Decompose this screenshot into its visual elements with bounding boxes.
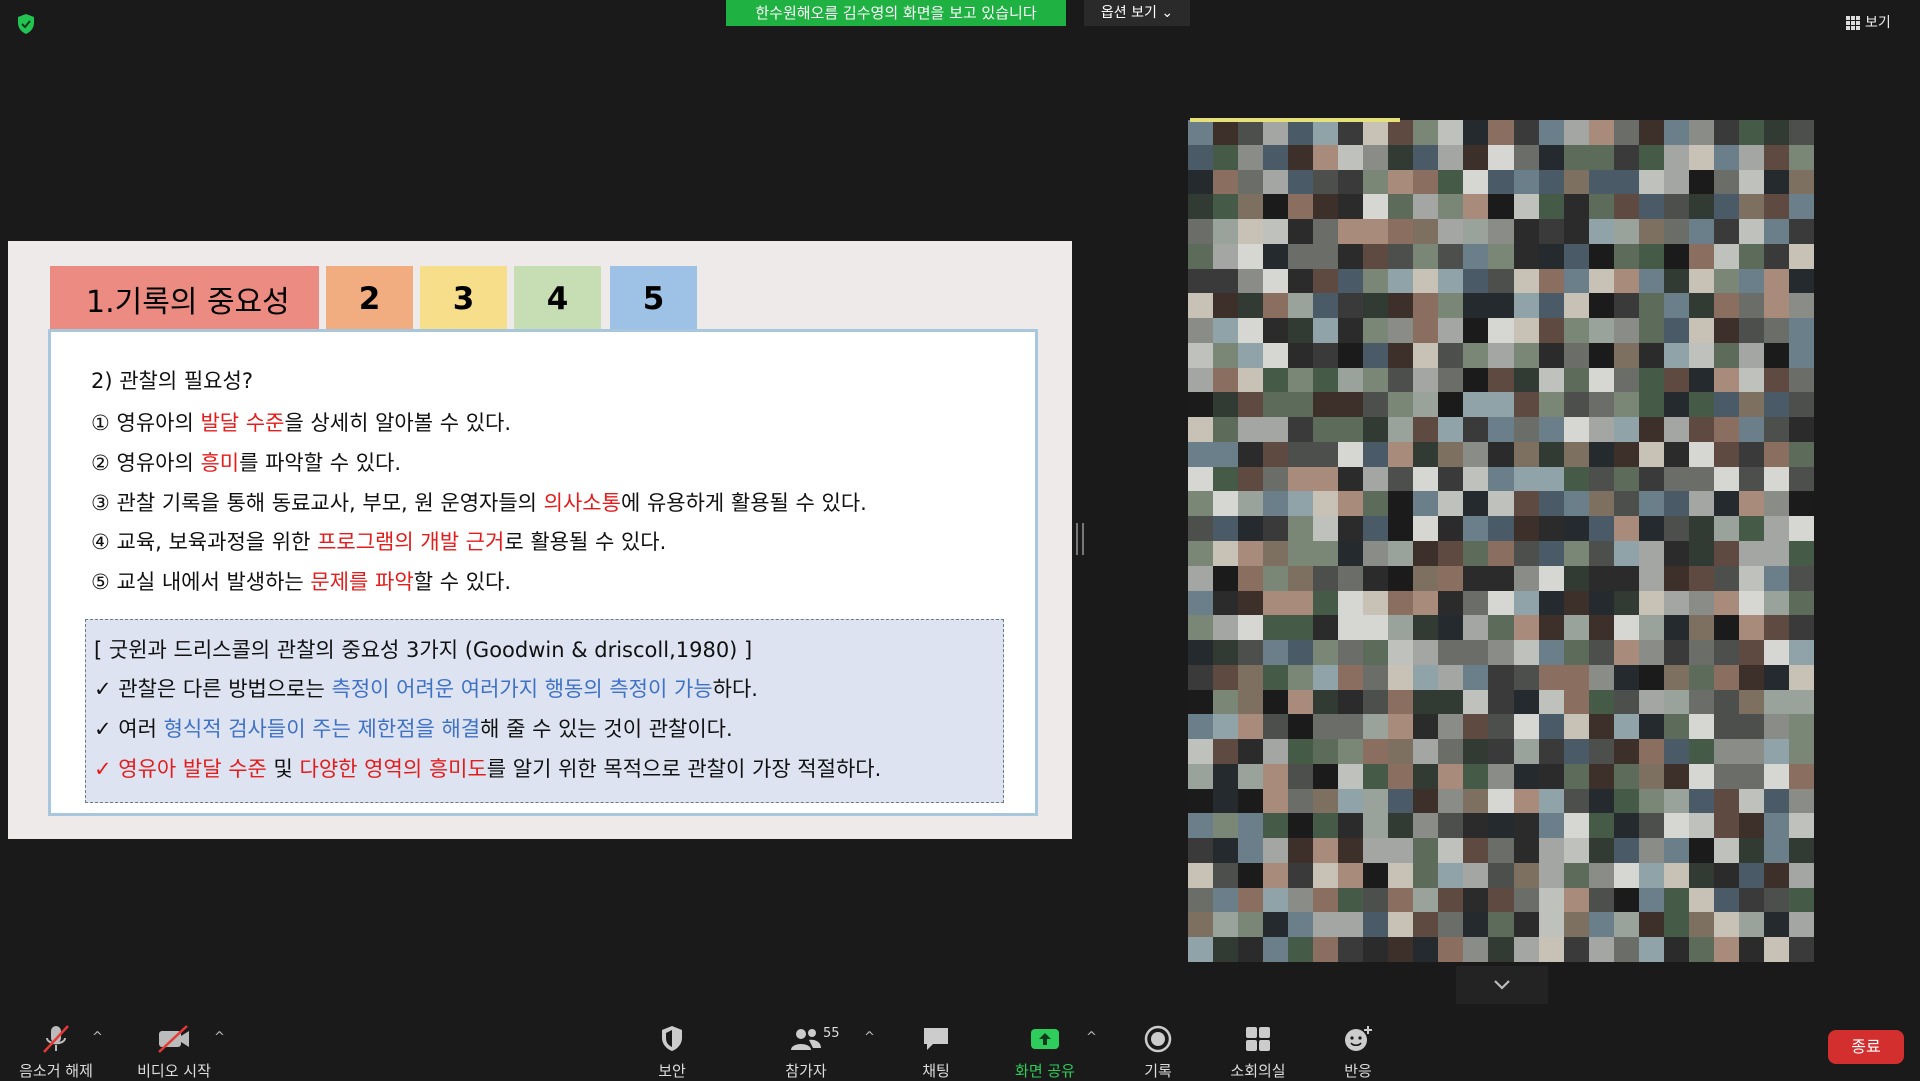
callout-line: ✓ 영유아 발달 수준 및 다양한 영역의 흥미도를 알기 위한 목적으로 관찰… — [94, 757, 882, 781]
slide-content-panel: 2) 관찰의 필요성? ① 영유아의 발달 수준을 상세히 알아볼 수 있다. … — [48, 329, 1038, 816]
chat-label: 채팅 — [922, 1062, 950, 1080]
security-button[interactable]: 보안 — [648, 1022, 696, 1081]
share-screen-icon — [1028, 1022, 1062, 1056]
shield-icon — [658, 1022, 686, 1056]
callout-title: [ 굿윈과 드리스콜의 관찰의 중요성 3가지 (Goodwin & drisc… — [94, 638, 753, 662]
audio-options-caret[interactable]: ^ — [92, 1030, 103, 1045]
slide-item: ③ 관찰 기록을 통해 동료교사, 부모, 원 운영자들의 의사소통에 유용하게… — [91, 491, 867, 515]
view-layout-label: 보기 — [1865, 15, 1891, 31]
chat-bubble-icon — [921, 1022, 951, 1056]
share-screen-button[interactable]: 화면 공유 — [1010, 1022, 1080, 1081]
reactions-label: 반응 — [1344, 1062, 1372, 1080]
breakout-rooms-button[interactable]: 소회의실 — [1226, 1022, 1290, 1081]
participant-count: 55 — [823, 1026, 840, 1041]
participant-gallery[interactable] — [1188, 120, 1814, 962]
share-options-caret[interactable]: ^ — [1086, 1030, 1097, 1045]
shared-screen-slide: 1.기록의 중요성 2 3 4 5 2) 관찰의 필요성? ① 영유아의 발달 … — [8, 241, 1072, 839]
slide-callout-box: [ 굿윈과 드리스콜의 관찰의 중요성 3가지 (Goodwin & drisc… — [85, 619, 1004, 803]
start-video-label: 비디오 시작 — [137, 1062, 211, 1080]
participants-icon — [789, 1022, 823, 1056]
chevron-down-icon — [1494, 980, 1510, 990]
share-screen-label: 화면 공유 — [1015, 1062, 1075, 1080]
chevron-down-icon: ⌄ — [1161, 5, 1174, 21]
view-options-dropdown[interactable]: 옵션 보기 ⌄ — [1084, 0, 1190, 26]
reactions-button[interactable]: 반응 — [1334, 1022, 1382, 1081]
unmute-label: 음소거 해제 — [19, 1062, 93, 1080]
view-layout-button[interactable]: 보기 — [1846, 10, 1910, 36]
gallery-scroll-down-button[interactable] — [1456, 966, 1548, 1004]
slide-item: ④ 교육, 보육과정을 위한 프로그램의 개발 근거로 활용될 수 있다. — [91, 530, 667, 554]
record-button[interactable]: 기록 — [1134, 1022, 1182, 1081]
chat-button[interactable]: 채팅 — [912, 1022, 960, 1081]
participants-label: 참가자 — [785, 1062, 827, 1080]
record-label: 기록 — [1144, 1062, 1172, 1080]
slide-tab-4: 4 — [514, 266, 601, 331]
breakout-rooms-icon — [1243, 1022, 1273, 1056]
unmute-button[interactable]: 음소거 해제 — [16, 1022, 96, 1081]
slide-tab-3: 3 — [420, 266, 507, 331]
security-label: 보안 — [658, 1062, 686, 1080]
slide-heading: 2) 관찰의 필요성? — [91, 369, 253, 393]
video-off-icon — [155, 1022, 193, 1056]
callout-line: ✓ 관찰은 다른 방법으로는 측정이 어려운 여러가지 행동의 측정이 가능하다… — [94, 677, 758, 701]
slide-tab-1: 1.기록의 중요성 — [50, 266, 319, 331]
callout-line: ✓ 여러 형식적 검사들이 주는 제한점을 해결해 줄 수 있는 것이 관찰이다… — [94, 717, 733, 741]
security-shield-icon[interactable] — [14, 12, 38, 36]
record-icon — [1143, 1022, 1173, 1056]
slide-item: ② 영유아의 흥미를 파악할 수 있다. — [91, 451, 402, 475]
slide-item: ⑤ 교실 내에서 발생하는 문제를 파악할 수 있다. — [91, 570, 512, 594]
participants-options-caret[interactable]: ^ — [864, 1030, 875, 1045]
start-video-button[interactable]: 비디오 시작 — [132, 1022, 216, 1081]
pixelated-video-tiles — [1188, 120, 1814, 962]
grid-view-icon — [1846, 16, 1860, 30]
slide-tab-2: 2 — [326, 266, 413, 331]
emoji-add-icon — [1342, 1022, 1374, 1056]
breakout-rooms-label: 소회의실 — [1230, 1062, 1286, 1080]
view-options-label: 옵션 보기 — [1100, 5, 1157, 21]
screen-share-banner: 한수원해오름 김수영의 화면을 보고 있습니다 — [726, 0, 1066, 26]
meeting-toolbar: 음소거 해제 ^ 비디오 시작 ^ 보안 참가자 55 ^ 채팅 화면 공유 ^ — [0, 1008, 1920, 1080]
split-divider-handle[interactable] — [1076, 523, 1084, 555]
microphone-muted-icon — [39, 1022, 73, 1056]
active-speaker-indicator — [1190, 118, 1400, 122]
video-options-caret[interactable]: ^ — [214, 1030, 225, 1045]
slide-item: ① 영유아의 발달 수준을 상세히 알아볼 수 있다. — [91, 411, 512, 435]
end-meeting-button[interactable]: 종료 — [1828, 1030, 1904, 1064]
slide-tab-5: 5 — [610, 266, 697, 331]
